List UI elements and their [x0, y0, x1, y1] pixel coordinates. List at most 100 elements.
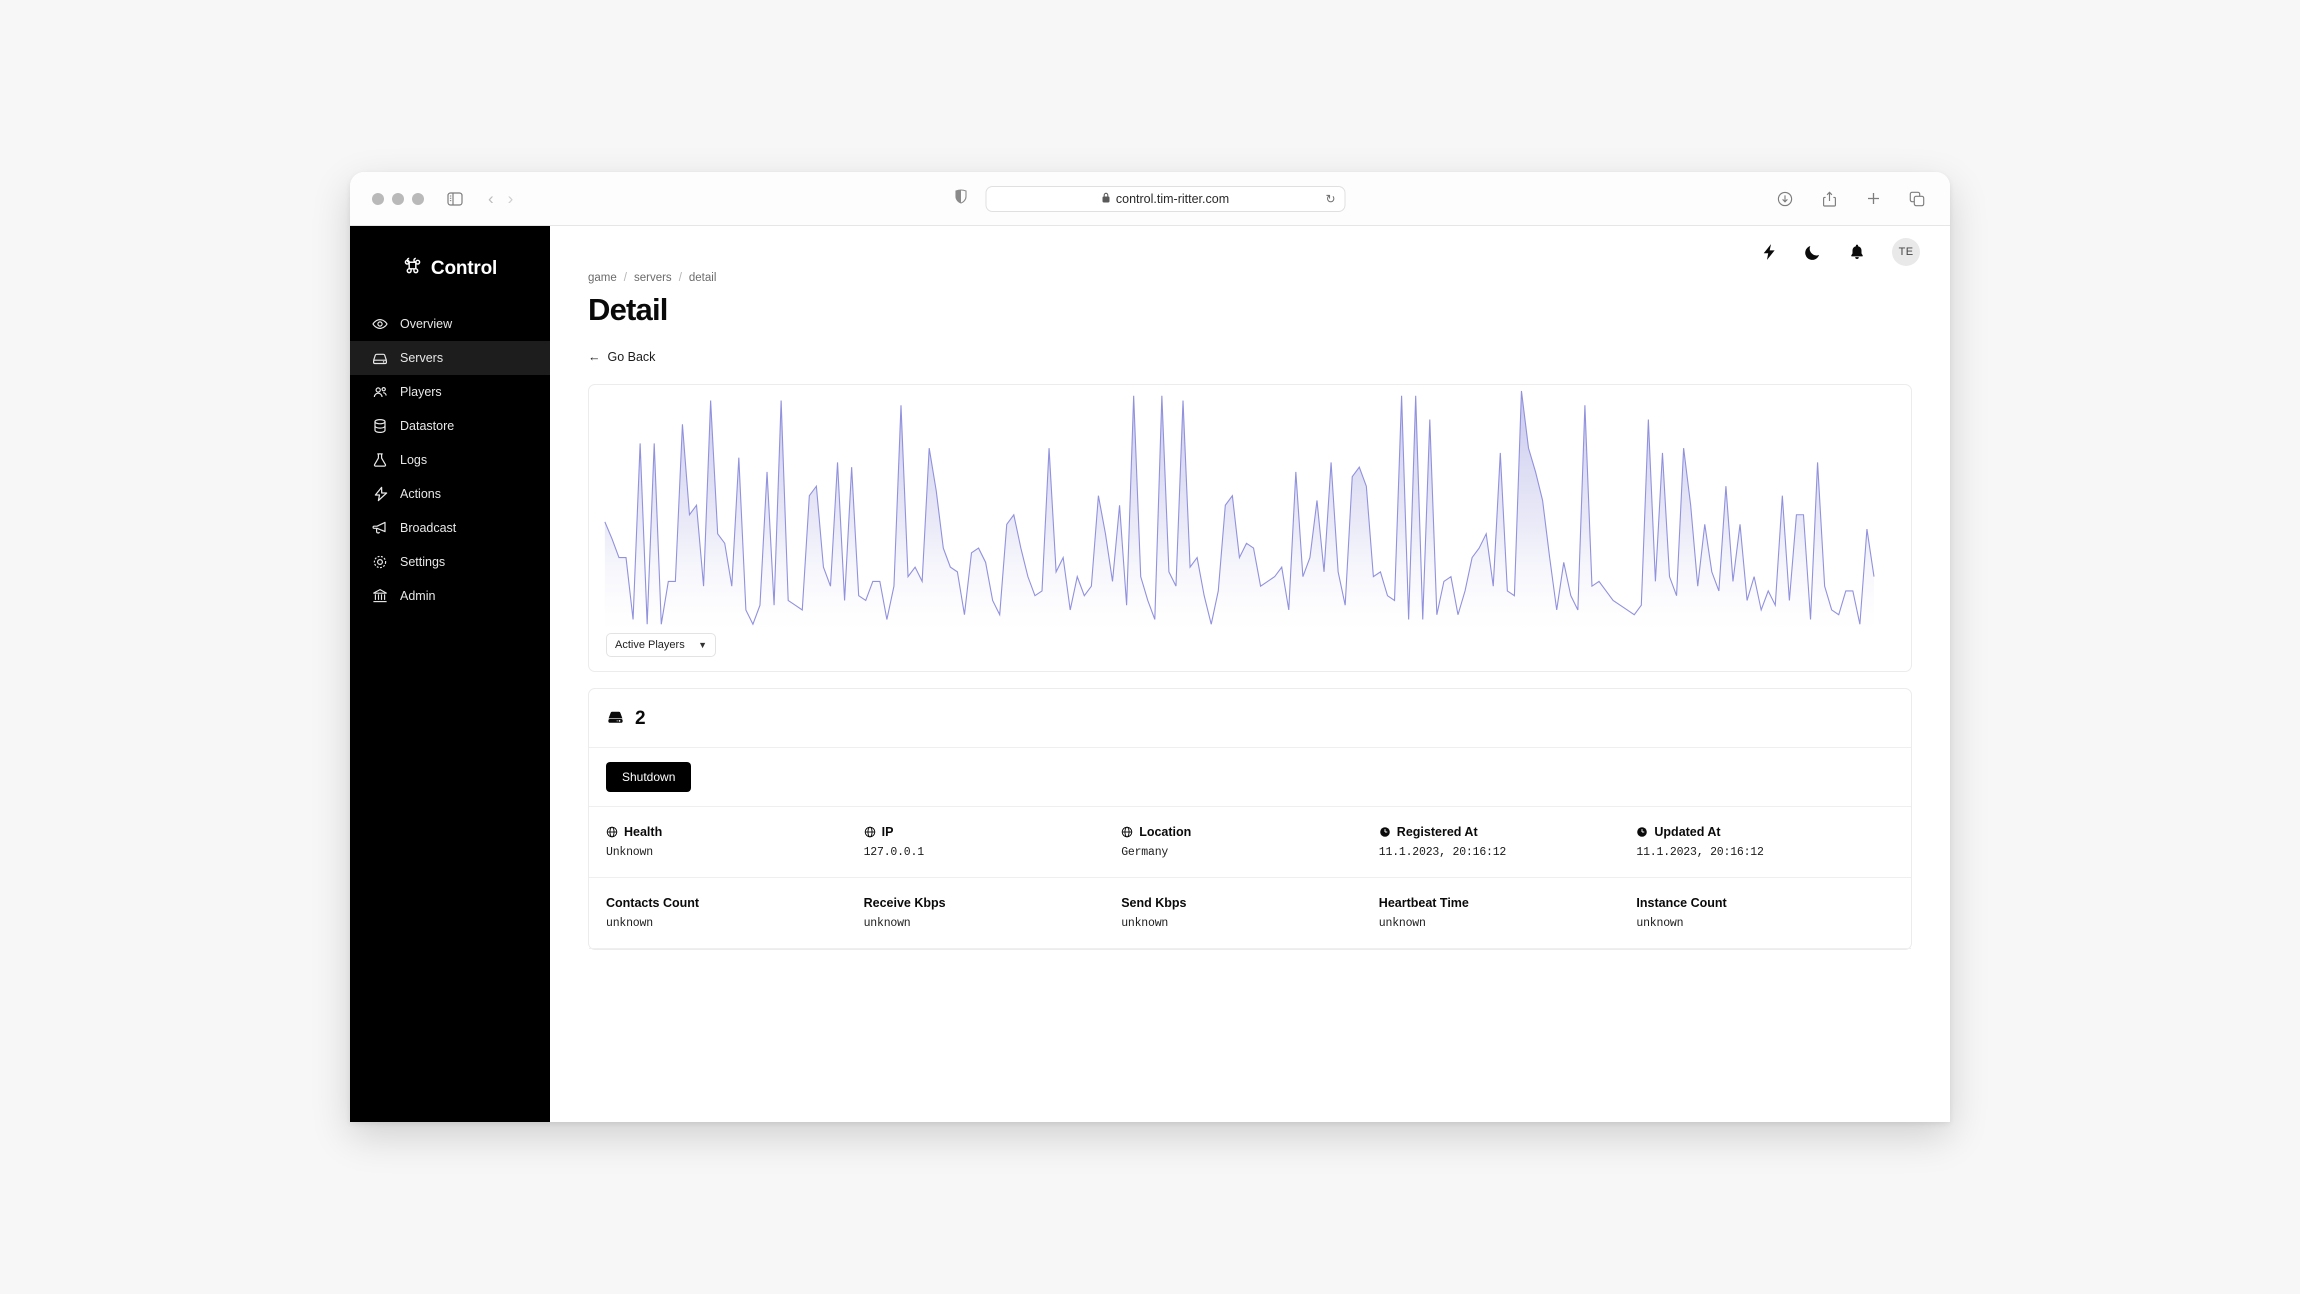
metric-select[interactable]: Active Players ▼ [606, 633, 716, 657]
field-value: Unknown [606, 846, 653, 859]
address-bar-text: control.tim-ritter.com [1115, 191, 1230, 206]
sidebar-item-label: Actions [400, 487, 441, 501]
breadcrumb-separator: / [623, 272, 627, 284]
sidebar-item-datastore[interactable]: Datastore [350, 409, 550, 443]
download-icon[interactable] [1772, 186, 1798, 212]
chart-controls: Active Players ▼ [606, 633, 716, 657]
field-label: Send Kbps [1121, 896, 1187, 910]
sidebar-item-label: Overview [400, 317, 453, 331]
active-players-chart [589, 385, 1911, 631]
sidebar-item-settings[interactable]: Settings [350, 545, 550, 579]
field-label: IP [881, 825, 894, 839]
server-icon [606, 707, 625, 731]
go-back-button[interactable]: ← Go Back [588, 350, 655, 364]
sidebar-item-label: Settings [400, 555, 446, 569]
field-value: unknown [1121, 917, 1169, 930]
breadcrumb-item-game[interactable]: game [588, 272, 617, 284]
field-location: Location Germany [1121, 825, 1379, 859]
breadcrumb-item-servers[interactable]: servers [634, 272, 672, 284]
chart-svg [589, 385, 1911, 631]
bank-icon [372, 588, 388, 604]
field-receive-kbps: Receive Kbps unknown [864, 896, 1122, 930]
sidebar-item-logs[interactable]: Logs [350, 443, 550, 477]
field-label: Receive Kbps [863, 896, 946, 910]
share-icon[interactable] [1816, 186, 1842, 212]
reload-icon[interactable]: ↻ [1325, 192, 1335, 206]
field-value: unknown [1636, 917, 1684, 930]
server-actions: Shutdown [589, 748, 1911, 807]
main-content: TE game / servers / detail Detail ← Go B… [550, 226, 1950, 1122]
users-icon [372, 384, 388, 400]
server-info-card: 2 Shutdown Health Unknown IP 127.0.0.1 L… [588, 688, 1912, 950]
sidebar-item-overview[interactable]: Overview [350, 307, 550, 341]
field-label: Contacts Count [606, 896, 700, 910]
close-button[interactable] [372, 192, 384, 205]
sidebar-toggle-icon[interactable] [442, 186, 468, 212]
field-value: 11.1.2023, 20:16:12 [1636, 846, 1764, 859]
sidebar-item-admin[interactable]: Admin [350, 579, 550, 613]
tab-overview-icon[interactable] [1904, 186, 1930, 212]
server-id: 2 [635, 708, 646, 729]
field-value: unknown [863, 917, 911, 930]
back-icon[interactable]: ‹ [488, 190, 494, 207]
brand-label: Control [430, 257, 498, 279]
privacy-shield-icon[interactable] [955, 188, 968, 209]
breadcrumb-item-detail[interactable]: detail [689, 272, 717, 284]
window-controls[interactable] [372, 192, 424, 205]
metric-select-value: Active Players [615, 639, 685, 651]
field-value: 11.1.2023, 20:16:12 [1378, 846, 1507, 859]
browser-toolbar: ‹ › control.tim-ritter.com ↻ [350, 172, 1950, 226]
server-fields-row-1: Health Unknown IP 127.0.0.1 Location Ger… [589, 807, 1911, 878]
field-value: 127.0.0.1 [863, 846, 925, 859]
sidebar-item-label: Logs [400, 453, 428, 467]
avatar-initials: TE [1898, 246, 1914, 258]
minimize-button[interactable] [392, 192, 404, 205]
globe-icon [864, 826, 876, 838]
sidebar-item-label: Broadcast [400, 521, 457, 535]
field-registered-at: Registered At 11.1.2023, 20:16:12 [1379, 825, 1637, 859]
field-updated-at: Updated At 11.1.2023, 20:16:12 [1636, 825, 1894, 859]
lightning-icon[interactable] [1760, 243, 1778, 261]
server-fields-row-2: Contacts Count unknown Receive Kbps unkn… [589, 878, 1911, 949]
sidebar-item-servers[interactable]: Servers [350, 341, 550, 375]
server-header: 2 [589, 689, 1911, 748]
address-bar[interactable]: control.tim-ritter.com ↻ [985, 185, 1346, 212]
sidebar-item-label: Admin [400, 589, 436, 603]
field-label: Instance Count [1636, 896, 1727, 910]
field-health: Health Unknown [606, 825, 864, 859]
gear-icon [372, 554, 388, 570]
lightning-icon [372, 486, 388, 502]
chevron-down-icon: ▼ [698, 640, 707, 650]
chart-card: Active Players ▼ [588, 384, 1912, 672]
app-topbar: TE [550, 226, 1950, 268]
arrow-left-icon: ← [588, 350, 601, 364]
field-value: unknown [1378, 917, 1426, 930]
bell-icon[interactable] [1848, 243, 1866, 261]
moon-icon[interactable] [1804, 243, 1822, 261]
field-label: Location [1139, 825, 1192, 839]
field-heartbeat-time: Heartbeat Time unknown [1379, 896, 1637, 930]
sidebar-item-players[interactable]: Players [350, 375, 550, 409]
clock-icon [1379, 826, 1391, 838]
sidebar-item-broadcast[interactable]: Broadcast [350, 511, 550, 545]
sidebar-item-actions[interactable]: Actions [350, 477, 550, 511]
sidebar-item-label: Datastore [400, 419, 455, 433]
field-value: Germany [1121, 846, 1169, 859]
field-instance-count: Instance Count unknown [1636, 896, 1894, 930]
database-icon [372, 418, 388, 434]
new-tab-icon[interactable] [1860, 186, 1886, 212]
breadcrumb: game / servers / detail [588, 272, 1912, 284]
field-label: Registered At [1396, 825, 1478, 839]
field-value: unknown [606, 917, 653, 930]
forward-icon[interactable]: › [508, 190, 514, 207]
sidebar: Control Overview Servers Players Datasto… [350, 226, 550, 1122]
sidebar-item-label: Servers [400, 351, 444, 365]
field-ip: IP 127.0.0.1 [864, 825, 1122, 859]
globe-icon [1121, 826, 1133, 838]
shutdown-button[interactable]: Shutdown [606, 762, 692, 792]
field-label: Updated At [1654, 825, 1721, 839]
go-back-label: Go Back [607, 350, 656, 364]
maximize-button[interactable] [412, 192, 424, 205]
page-title: Detail [588, 292, 668, 327]
avatar[interactable]: TE [1892, 238, 1920, 266]
